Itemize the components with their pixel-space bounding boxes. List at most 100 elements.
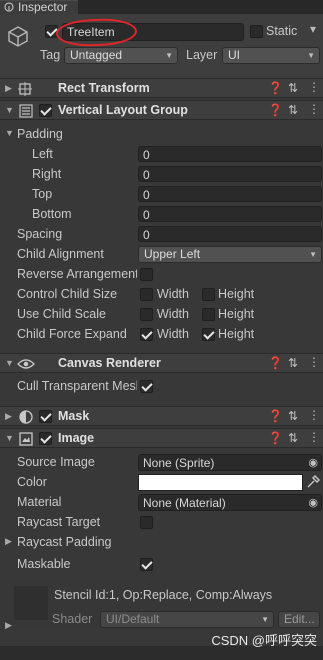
layout-group-icon bbox=[19, 104, 33, 118]
reverse-arrangement-checkbox[interactable] bbox=[140, 268, 153, 281]
more-options-icon[interactable]: ⋮ bbox=[308, 102, 320, 116]
shader-dropdown[interactable]: UI/Default ▼ bbox=[100, 611, 274, 628]
padding-right-field[interactable]: 0 bbox=[138, 166, 322, 182]
image-icon bbox=[19, 432, 33, 446]
chevron-down-icon: ▼ bbox=[307, 51, 315, 60]
child-alignment-label: Child Alignment bbox=[17, 247, 104, 261]
more-options-icon[interactable]: ⋮ bbox=[308, 355, 320, 369]
padding-fold-icon[interactable]: ▼ bbox=[5, 128, 14, 138]
image-header[interactable]: ▼ Image ❓ ⇅ ⋮ bbox=[0, 428, 323, 448]
watermark-text: CSDN @呼呼突突 bbox=[211, 633, 317, 648]
fold-arrow-icon[interactable]: ▶ bbox=[5, 620, 12, 631]
padding-top-value: 0 bbox=[143, 188, 150, 202]
source-image-label: Source Image bbox=[17, 455, 95, 469]
source-image-field[interactable]: None (Sprite) ◉ bbox=[138, 454, 322, 471]
component-title: Rect Transform bbox=[58, 81, 150, 95]
layer-dropdown[interactable]: UI ▼ bbox=[222, 47, 320, 64]
more-options-icon[interactable]: ⋮ bbox=[308, 430, 320, 444]
padding-bottom-field[interactable]: 0 bbox=[138, 206, 322, 222]
presets-icon[interactable]: ⇅ bbox=[288, 409, 298, 423]
child-alignment-dropdown[interactable]: Upper Left ▼ bbox=[138, 246, 322, 263]
right-label: Right bbox=[32, 167, 62, 181]
cull-transparent-mesh-label: Cull Transparent Mesh bbox=[17, 379, 137, 393]
edit-shader-button[interactable]: Edit... bbox=[278, 611, 320, 628]
material-field[interactable]: None (Material) ◉ bbox=[138, 494, 322, 511]
tag-label: Tag bbox=[40, 48, 61, 62]
tab-inspector[interactable]: Inspector bbox=[0, 0, 78, 15]
raycast-padding-label: Raycast Padding bbox=[17, 535, 112, 549]
padding-left-field[interactable]: 0 bbox=[138, 146, 322, 162]
object-header: TreeItem Static ▾ Tag Untagged ▼ Layer U… bbox=[0, 14, 323, 79]
color-swatch[interactable] bbox=[138, 474, 303, 491]
top-label: Top bbox=[32, 187, 53, 201]
scale-width-checkbox[interactable] bbox=[140, 308, 153, 321]
info-icon bbox=[4, 2, 14, 12]
presets-icon[interactable]: ⇅ bbox=[288, 81, 298, 95]
maskable-checkbox[interactable] bbox=[140, 558, 153, 571]
mask-header[interactable]: ▶ Mask ❓ ⇅ ⋮ bbox=[0, 406, 323, 426]
more-options-icon[interactable]: ⋮ bbox=[308, 80, 320, 94]
enabled-checkbox[interactable] bbox=[39, 104, 52, 117]
expand-height-checkbox[interactable] bbox=[202, 328, 215, 341]
padding-top-field[interactable]: 0 bbox=[138, 186, 322, 202]
raycast-target-checkbox[interactable] bbox=[140, 516, 153, 529]
raycast-padding-fold-icon[interactable]: ▶ bbox=[5, 536, 12, 547]
cull-transparent-mesh-checkbox[interactable] bbox=[140, 380, 153, 393]
shader-value: UI/Default bbox=[106, 612, 160, 626]
spacing-value: 0 bbox=[143, 228, 150, 242]
presets-icon[interactable]: ⇅ bbox=[288, 431, 298, 445]
child-force-expand-label: Child Force Expand bbox=[17, 327, 127, 341]
chevron-down-icon: ▼ bbox=[309, 250, 317, 259]
help-icon[interactable]: ❓ bbox=[268, 409, 283, 423]
object-picker-icon[interactable]: ◉ bbox=[308, 455, 318, 471]
enabled-checkbox[interactable] bbox=[39, 410, 52, 423]
raycast-target-label: Raycast Target bbox=[17, 515, 101, 529]
stencil-text: Stencil Id:1, Op:Replace, Comp:Always bbox=[54, 588, 273, 602]
padding-label: Padding bbox=[17, 127, 63, 141]
material-value: None (Material) bbox=[143, 496, 226, 510]
enabled-checkbox[interactable] bbox=[39, 432, 52, 445]
vlg-header[interactable]: ▼ Vertical Layout Group ❓ ⇅ ⋮ bbox=[0, 100, 323, 120]
control-child-size-label: Control Child Size bbox=[17, 287, 118, 301]
fold-arrow-icon[interactable]: ▼ bbox=[5, 358, 14, 368]
height-label: Height bbox=[218, 287, 255, 301]
layer-label: Layer bbox=[186, 48, 218, 62]
spacing-field[interactable]: 0 bbox=[138, 226, 322, 242]
gameobject-cube-icon bbox=[8, 26, 28, 47]
cull-label-wrap: Cull Transparent Mesh bbox=[17, 379, 137, 393]
tab-bar: Inspector bbox=[0, 0, 323, 15]
tag-dropdown[interactable]: Untagged ▼ bbox=[64, 47, 178, 64]
expand-width-checkbox[interactable] bbox=[140, 328, 153, 341]
control-height-checkbox[interactable] bbox=[202, 288, 215, 301]
object-picker-icon[interactable]: ◉ bbox=[308, 495, 318, 511]
help-icon[interactable]: ❓ bbox=[268, 103, 283, 117]
mask-icon bbox=[19, 410, 33, 424]
fold-arrow-icon[interactable]: ▶ bbox=[5, 83, 12, 94]
presets-icon[interactable]: ⇅ bbox=[288, 103, 298, 117]
material-preview: Stencil Id:1, Op:Replace, Comp:Always ▶ … bbox=[0, 580, 323, 630]
static-dropdown-icon[interactable]: ▾ bbox=[310, 22, 316, 36]
fold-arrow-icon[interactable]: ▶ bbox=[5, 411, 12, 422]
canvas-renderer-header[interactable]: ▼ Canvas Renderer ❓ ⇅ ⋮ bbox=[0, 353, 323, 373]
eyedropper-icon[interactable] bbox=[306, 475, 320, 489]
color-label: Color bbox=[17, 475, 47, 489]
help-icon[interactable]: ❓ bbox=[268, 356, 283, 370]
static-checkbox[interactable] bbox=[250, 25, 263, 38]
help-icon[interactable]: ❓ bbox=[268, 431, 283, 445]
rect-transform-header[interactable]: ▶ Rect Transform ❓ ⇅ ⋮ bbox=[0, 78, 323, 98]
more-options-icon[interactable]: ⋮ bbox=[308, 408, 320, 422]
chevron-down-icon: ▼ bbox=[261, 615, 269, 624]
static-label: Static bbox=[266, 24, 298, 38]
use-child-scale-label: Use Child Scale bbox=[17, 307, 106, 321]
fold-arrow-icon[interactable]: ▼ bbox=[5, 433, 14, 443]
maskable-label: Maskable bbox=[17, 557, 71, 571]
shader-label: Shader bbox=[52, 612, 93, 626]
fold-arrow-icon[interactable]: ▼ bbox=[5, 105, 14, 115]
tab-label: Inspector bbox=[18, 0, 68, 14]
spacing-label: Spacing bbox=[17, 227, 63, 241]
presets-icon[interactable]: ⇅ bbox=[288, 356, 298, 370]
help-icon[interactable]: ❓ bbox=[268, 81, 283, 95]
scale-height-checkbox[interactable] bbox=[202, 308, 215, 321]
control-width-checkbox[interactable] bbox=[140, 288, 153, 301]
width-label: Width bbox=[157, 287, 189, 301]
